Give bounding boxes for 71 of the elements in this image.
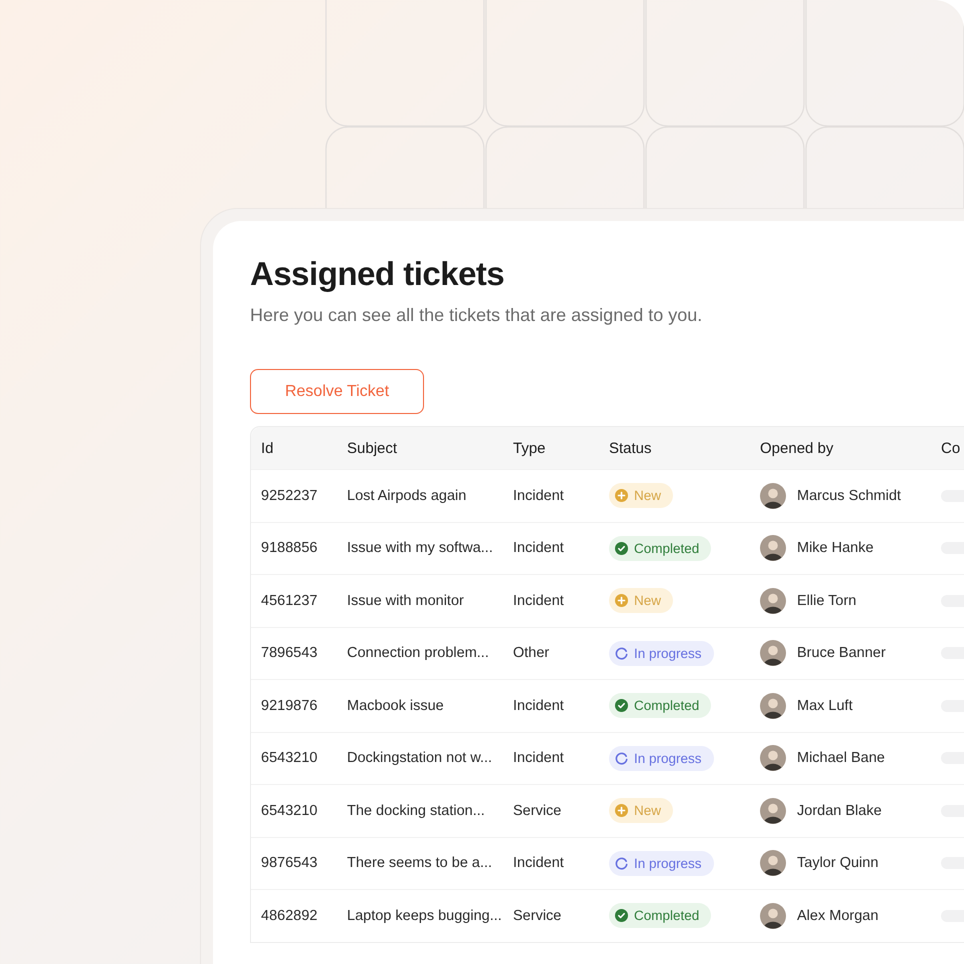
table-cell-text: Service: [512, 908, 562, 924]
table-cell-text: Incident: [512, 540, 565, 556]
table-cell: Taylor Quinn: [797, 855, 878, 872]
table-cell: Ellie Torn: [797, 592, 856, 609]
check-icon: [615, 909, 628, 922]
table-cell-text: Incident: [512, 698, 565, 714]
table-cell-text: Laptop keeps bugging...: [346, 908, 503, 924]
status-badge: New: [609, 483, 674, 508]
table-cell: Mike Hanke: [797, 540, 874, 556]
table-cell-text: Dockingstation not w...: [346, 750, 494, 766]
avatar-icon: [760, 745, 786, 772]
table-cell-text: 9188856: [260, 540, 318, 556]
table-cell-text: Incident: [512, 750, 565, 766]
column-header[interactable]: Status: [599, 440, 750, 456]
table-cell-text: Incident: [512, 488, 565, 504]
table-cell-text: Incident: [512, 855, 565, 872]
status-badge: Completed: [609, 693, 712, 718]
table-cell-text: 9876543: [260, 855, 318, 872]
table-cell-text: 4561237: [260, 592, 318, 609]
table-cell-text: Incident: [512, 592, 565, 609]
table-cell: Bruce Banner: [797, 645, 886, 662]
table-cell: Michael Bane: [797, 750, 885, 766]
avatar-icon: [760, 588, 786, 614]
table-cell-text: 7896543: [260, 645, 318, 662]
avatar-icon: [760, 640, 786, 666]
status-badge: New: [609, 588, 674, 614]
check-icon: [615, 542, 628, 555]
table-cell-text: 9219876: [260, 698, 318, 714]
column-header[interactable]: Subject: [337, 440, 503, 456]
status-badge: In progress: [609, 850, 714, 876]
column-header[interactable]: Id: [251, 440, 337, 456]
table-cell-text: 6543210: [260, 802, 318, 819]
table-cell-text: Macbook issue: [346, 698, 445, 714]
table-cell-text: 4862892: [260, 908, 318, 924]
table-cell: Max Luft: [797, 698, 853, 714]
status-badge: In progress: [609, 746, 714, 771]
page-subtitle: Here you can see all the tickets that are assigned to you.: [250, 304, 704, 327]
status-badge: New: [609, 798, 674, 824]
table-cell: Marcus Schmidt: [797, 488, 901, 504]
table-cell-text: Connection problem...: [346, 645, 490, 662]
column-header[interactable]: Co: [931, 440, 964, 456]
table-cell-text: The docking station...: [346, 802, 486, 819]
table-cell: Jordan Blake: [797, 802, 882, 819]
progress-icon: [615, 752, 628, 765]
status-badge: Completed: [609, 903, 712, 928]
plus-icon: [615, 804, 628, 818]
avatar-icon: [760, 850, 786, 876]
plus-icon: [615, 489, 628, 502]
table-cell: Alex Morgan: [797, 908, 878, 924]
table-cell-text: Service: [512, 802, 562, 819]
progress-icon: [615, 646, 628, 660]
column-header[interactable]: Opened by: [750, 440, 931, 456]
table-cell-text: Lost Airpods again: [346, 488, 468, 504]
page-title: Assigned tickets: [250, 255, 504, 293]
avatar-icon: [760, 535, 786, 562]
plus-icon: [615, 594, 628, 608]
avatar-icon: [760, 692, 786, 719]
table-cell-text: 9252237: [260, 488, 318, 504]
table-cell-text: There seems to be a...: [346, 855, 494, 872]
avatar-icon: [760, 902, 786, 929]
table-cell-text: Issue with monitor: [346, 592, 465, 609]
avatar-icon: [760, 482, 786, 509]
avatar-icon: [760, 798, 786, 824]
table-cell-text: Other: [512, 645, 550, 662]
table-cell-text: Issue with my softwa...: [346, 540, 494, 556]
table-cell-text: 6543210: [260, 750, 318, 766]
column-header[interactable]: Type: [503, 440, 599, 456]
status-badge: In progress: [609, 640, 714, 666]
status-badge: Completed: [609, 536, 712, 561]
progress-icon: [615, 856, 628, 870]
check-icon: [615, 699, 628, 712]
